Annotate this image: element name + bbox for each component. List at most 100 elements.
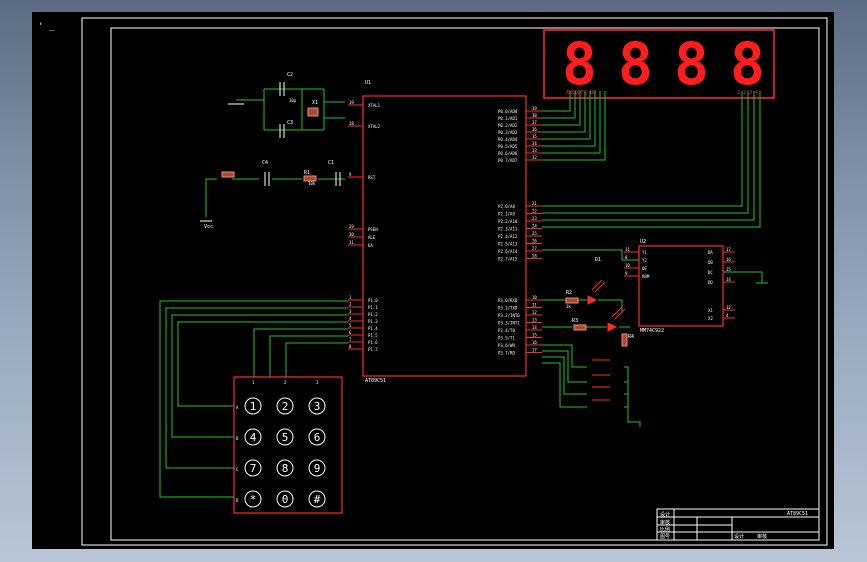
u2-pin-num: 15 [726,267,731,272]
u2-pin-name: DB [708,260,713,265]
u2-pin-num: 12 [726,305,731,310]
u2-pin-num: 8 [625,255,628,260]
mcu-part: AT89C51 [365,378,386,384]
mcu-ref: U1 [365,80,371,86]
mcu-pin-name: P3.0/RXD [498,298,518,303]
mcu-pin-num: 36 [532,127,537,132]
u2-pin-name: DD [708,280,713,285]
mcu-pin-num: 32 [532,155,537,160]
c3-label: C3 [287,120,293,126]
c4-label: C4 [262,160,268,166]
keypad-col-label: 3 [316,380,319,385]
mcu-pin-name: P2.7/A15 [498,257,518,262]
u2-ref: U2 [640,239,646,245]
mcu-pin-name: P2.2/A10 [498,219,518,224]
x1-label: X1 [312,100,318,106]
mcu-pin-num: 1 [349,295,352,300]
mcu-pin-name: P3.5/T1 [498,336,515,341]
mcu-pin-name: P1.0 [368,298,378,303]
title-block: 设计 审核 比例 图号 AT89C51 设计 审核 [656,508,820,541]
u2-pin-num: 16 [726,257,731,262]
u2-pin-name: DA [708,250,713,255]
mcu-pin-name: P0.5/AD5 [498,144,518,149]
mcu-pin-name: P1.5 [368,333,378,338]
title-label: AT89C51 [787,511,808,517]
keypad-col-label: 2 [284,380,287,385]
keypad-row-label: B [236,436,239,441]
mcu-pin-name: PSEN [368,227,378,232]
footer-right: 审核 [757,533,767,540]
key-label: 3 [314,400,321,413]
u2-net-label: D1 [595,257,601,263]
mcu-pin-name: P1.3 [368,319,378,324]
mcu-pin-num: 6 [349,330,352,335]
viewport-mark: ' _ [38,22,55,32]
mcu-pin-num: 19 [349,100,354,105]
mcu-pin-num: 17 [532,348,537,353]
u2-pin-name: KBM [642,274,650,279]
mcu-pin-num: 23 [532,216,537,221]
key-label: 7 [250,462,257,475]
mcu-pin-name: P0.1/AD1 [498,116,518,121]
mcu-pin-num: 25 [532,231,537,236]
r3-label: R3 [572,318,578,324]
mcu-pin-num: 29 [349,224,354,229]
u2-pin-name: Y2 [642,258,647,263]
mcu-pin-num: 27 [532,246,537,251]
led-resistor-group: R2 R3 R4 1k [542,279,634,347]
mcu-pin-name: P1.6 [368,340,378,345]
key-label: 8 [282,462,289,475]
mcu-pin-num: 7 [349,337,352,342]
mcu-pin-name: P2.5/A13 [498,242,518,247]
mcu-pin-num: 5 [349,323,352,328]
mcu-pin-num: 37 [532,120,537,125]
u2-pin-num: 14 [726,277,731,282]
mcu-pin-name: P3.4/T0 [498,328,515,333]
mcu-pin-name: ALE [368,235,376,240]
mcu-pin-name: P0.3/AD3 [498,130,518,135]
display-wiring [542,91,761,261]
mcu-pin-num: 9 [349,172,352,177]
mcu-pin-num: 15 [532,333,537,338]
r1-value: 10k [308,181,316,186]
mcu-pin-name: P0.4/AD4 [498,137,518,142]
key-label: # [314,493,321,506]
mcu-pin-name: P0.7/AD7 [498,158,518,163]
schematic-drawing: 8888 ABCDEFG DP 1 2 3 4 U1 AT89C51 19XTA… [81,17,828,546]
mcu-pin-name: P0.6/AD6 [498,151,518,156]
mcu-pin-num: 16 [532,340,537,345]
mcu-pin-name: P1.2 [368,312,378,317]
mcu-pin-num: 3 [349,309,352,314]
mcu-pin-num: 28 [532,254,537,259]
mcu-pin-name: RST [368,175,376,180]
mcu-pin-num: 26 [532,239,537,244]
mcu-pin-num: 22 [532,209,537,214]
key-label: * [250,493,257,506]
u2-pin-name: X1 [708,308,713,313]
mcu-pin-num: 39 [532,106,537,111]
mcu-pin-name: P2.6/A14 [498,249,518,254]
mcu-pin-num: 8 [349,344,352,349]
u2-pin-name: Y1 [642,250,647,255]
mcu-pin-num: 34 [532,141,537,146]
title-cell-3: 比例 [660,526,670,533]
reset-circuit: C4 C1 R1 10k Vcc [200,160,345,230]
keypad-col-label: 1 [252,380,255,385]
cap-value-1: 30p [289,98,297,103]
key-label: 1 [250,400,257,413]
u2-pin-num: 9 [625,271,628,276]
u2-pin-name: DC [708,270,713,275]
mcu-pin-name: P3.7/RD [498,351,515,356]
u2-pin-num: 10 [625,263,630,268]
keypad-row-label: C [236,467,239,472]
mcu-pin-num: 11 [532,303,537,308]
vcc-label: Vcc [204,224,213,230]
key-label: 6 [314,431,321,444]
drawing-canvas[interactable]: 8888 ABCDEFG DP 1 2 3 4 U1 AT89C51 19 XTA… [32,12,834,549]
u2-pin-num: 11 [625,247,630,252]
mcu-pin-name: P3.2/INT0 [498,313,520,318]
mcu-pin-name: XTAL2 [368,124,381,129]
mcu-u1: U1 AT89C51 19XTAL118XTAL29RST29PSEN30ALE… [348,80,542,384]
mcu-pin-name: P0.2/AD2 [498,123,518,128]
mcu-pin-num: 13 [532,318,537,323]
